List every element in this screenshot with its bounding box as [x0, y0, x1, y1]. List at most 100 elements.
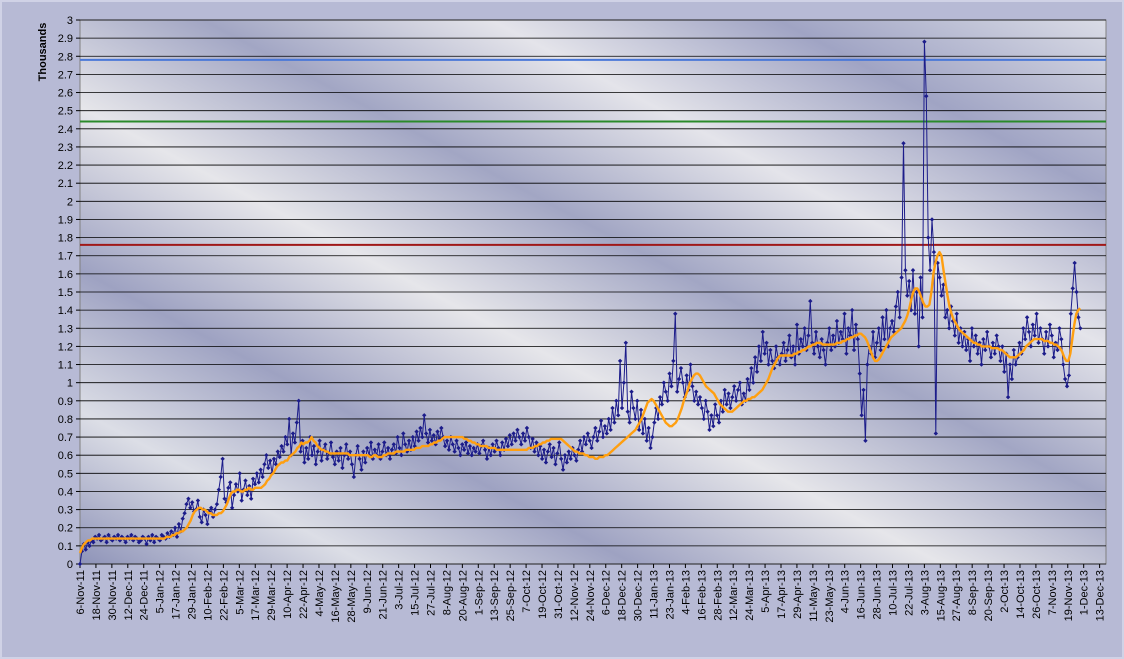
x-tick-label: 15-Aug-13 — [935, 570, 947, 621]
y-tick-label: 0 — [67, 559, 73, 571]
y-tick-label: 2.4 — [58, 124, 73, 136]
y-tick-label: 2.9 — [58, 33, 73, 45]
x-tick-label: 13-Sep-12 — [489, 570, 501, 621]
y-tick-label: 2.7 — [58, 69, 73, 81]
x-tick-label: 11-May-13 — [808, 570, 820, 622]
y-tick-label: 1.1 — [58, 360, 73, 372]
x-tick-label: 8-Aug-12 — [441, 570, 453, 615]
x-tick-label: 24-Nov-12 — [585, 570, 597, 621]
x-tick-label: 9-Jun-12 — [362, 570, 374, 613]
x-tick-label: 24-Dec-11 — [139, 570, 151, 621]
x-tick-label: 26-Oct-13 — [1031, 570, 1043, 619]
y-axis-ticks: 0 0.1 0.2 0.3 0.4 0.5 0.6 0.7 0.8 0.9 1 1.1 1.2 1.3 1.… — [58, 15, 80, 571]
y-tick-label: 2.2 — [58, 160, 73, 172]
x-tick-label: 16-Feb-13 — [696, 570, 708, 621]
x-tick-label: 18-Dec-12 — [617, 570, 629, 621]
x-tick-label: 22-Apr-12 — [298, 570, 310, 619]
y-tick-label: 2.3 — [58, 142, 73, 154]
y-tick-label: 1.2 — [58, 341, 73, 353]
x-tick-label: 12-Mar-13 — [728, 570, 740, 621]
y-tick-label: 0.2 — [58, 523, 73, 535]
y-tick-label: 2.1 — [58, 178, 73, 190]
y-tick-label: 1.5 — [58, 287, 73, 299]
x-tick-label: 10-Jul-13 — [888, 570, 900, 616]
x-tick-label: 28-May-12 — [346, 570, 358, 623]
y-tick-label: 2.6 — [58, 88, 73, 100]
x-tick-label: 28-Jun-13 — [872, 570, 884, 620]
y-tick-label: 0.6 — [58, 450, 73, 462]
x-tick-label: 23-May-13 — [824, 570, 836, 623]
x-tick-label: 27-Jul-12 — [425, 570, 437, 616]
x-tick-label: 17-Mar-12 — [250, 570, 262, 621]
x-tick-label: 29-Jan-12 — [187, 570, 199, 620]
y-tick-label: 2 — [67, 196, 73, 208]
x-tick-label: 20-Sep-13 — [983, 570, 995, 621]
x-tick-label: 3-Jul-12 — [394, 570, 406, 610]
x-tick-label: 5-Apr-13 — [760, 570, 772, 613]
x-axis-ticks: 6-Nov-11 18-Nov-11 30-Nov-11 12-Dec-11 24-De… — [75, 564, 1107, 623]
x-tick-label: 31-Oct-12 — [553, 570, 565, 619]
x-tick-label: 10-Feb-12 — [202, 570, 214, 621]
x-tick-label: 6-Dec-12 — [601, 570, 613, 615]
y-tick-label: 0.9 — [58, 396, 73, 408]
x-tick-label: 12-Dec-11 — [123, 570, 135, 621]
x-tick-label: 19-Oct-12 — [537, 570, 549, 619]
x-tick-label: 22-Jul-13 — [903, 570, 915, 616]
x-tick-label: 12-Nov-12 — [569, 570, 581, 621]
line-chart: 0 0.1 0.2 0.3 0.4 0.5 0.6 0.7 0.8 0.9 1 1.1 1.2 1.3 1.… — [37, 15, 1107, 623]
x-tick-label: 1-Sep-12 — [473, 570, 485, 615]
y-tick-label: 2.8 — [58, 51, 73, 63]
x-tick-label: 11-Jan-13 — [649, 570, 661, 619]
x-tick-label: 20-Aug-12 — [457, 570, 469, 621]
y-tick-label: 2.5 — [58, 106, 73, 118]
x-tick-label: 2-Oct-13 — [999, 570, 1011, 613]
y-tick-label: 0.3 — [58, 505, 73, 517]
x-tick-label: 30-Nov-11 — [107, 570, 119, 621]
x-tick-label: 21-Jun-12 — [378, 570, 390, 620]
y-axis-label: Thousands — [37, 23, 49, 82]
x-tick-label: 13-Dec-13 — [1095, 570, 1107, 621]
x-tick-label: 23-Jan-13 — [664, 570, 676, 620]
y-tick-label: 1.4 — [58, 305, 73, 317]
x-tick-label: 10-Apr-12 — [282, 570, 294, 619]
x-tick-label: 4-May-12 — [314, 570, 326, 616]
y-tick-label: 1.7 — [58, 251, 73, 263]
x-tick-label: 4-Feb-13 — [680, 570, 692, 615]
y-tick-label: 1.6 — [58, 269, 73, 281]
x-tick-label: 29-Apr-13 — [792, 570, 804, 619]
x-tick-label: 19-Nov-13 — [1063, 570, 1075, 621]
x-tick-label: 18-Nov-11 — [91, 570, 103, 621]
y-tick-label: 0.1 — [58, 541, 73, 553]
x-tick-label: 6-Nov-11 — [75, 570, 87, 614]
x-tick-label: 27-Aug-13 — [951, 570, 963, 621]
y-tick-label: 0.5 — [58, 468, 73, 480]
y-tick-label: 0.4 — [58, 486, 73, 498]
x-tick-label: 29-Mar-12 — [266, 570, 278, 621]
x-tick-label: 7-Nov-13 — [1047, 570, 1059, 615]
y-tick-label: 1.3 — [58, 323, 73, 335]
x-tick-label: 16-Jun-13 — [856, 570, 868, 620]
x-tick-label: 16-May-12 — [330, 570, 342, 623]
x-tick-label: 30-Dec-12 — [633, 570, 645, 621]
y-tick-label: 0.8 — [58, 414, 73, 426]
x-tick-label: 7-Oct-12 — [521, 570, 533, 613]
x-tick-label: 25-Sep-12 — [505, 570, 517, 621]
x-tick-label: 28-Feb-13 — [712, 570, 724, 621]
x-tick-label: 17-Apr-13 — [776, 570, 788, 619]
x-tick-label: 17-Jan-12 — [171, 570, 183, 620]
x-tick-label: 22-Feb-12 — [218, 570, 230, 621]
x-tick-label: 24-Mar-13 — [744, 570, 756, 621]
x-tick-label: 1-Dec-13 — [1079, 570, 1091, 615]
chart-frame: 0 0.1 0.2 0.3 0.4 0.5 0.6 0.7 0.8 0.9 1 1.1 1.2 1.3 1.… — [0, 0, 1124, 659]
x-tick-label: 4-Jun-13 — [840, 570, 852, 613]
x-tick-label: 14-Oct-13 — [1015, 570, 1027, 619]
y-tick-label: 1.8 — [58, 233, 73, 245]
y-tick-label: 0.7 — [58, 432, 73, 444]
y-tick-label: 1.9 — [58, 214, 73, 226]
y-tick-label: 3 — [67, 15, 73, 27]
x-tick-label: 15-Jul-12 — [410, 570, 422, 616]
y-tick-label: 1 — [67, 378, 73, 390]
x-tick-label: 5-Mar-12 — [234, 570, 246, 615]
x-tick-label: 3-Aug-13 — [919, 570, 931, 615]
x-tick-label: 5-Jan-12 — [155, 570, 167, 613]
